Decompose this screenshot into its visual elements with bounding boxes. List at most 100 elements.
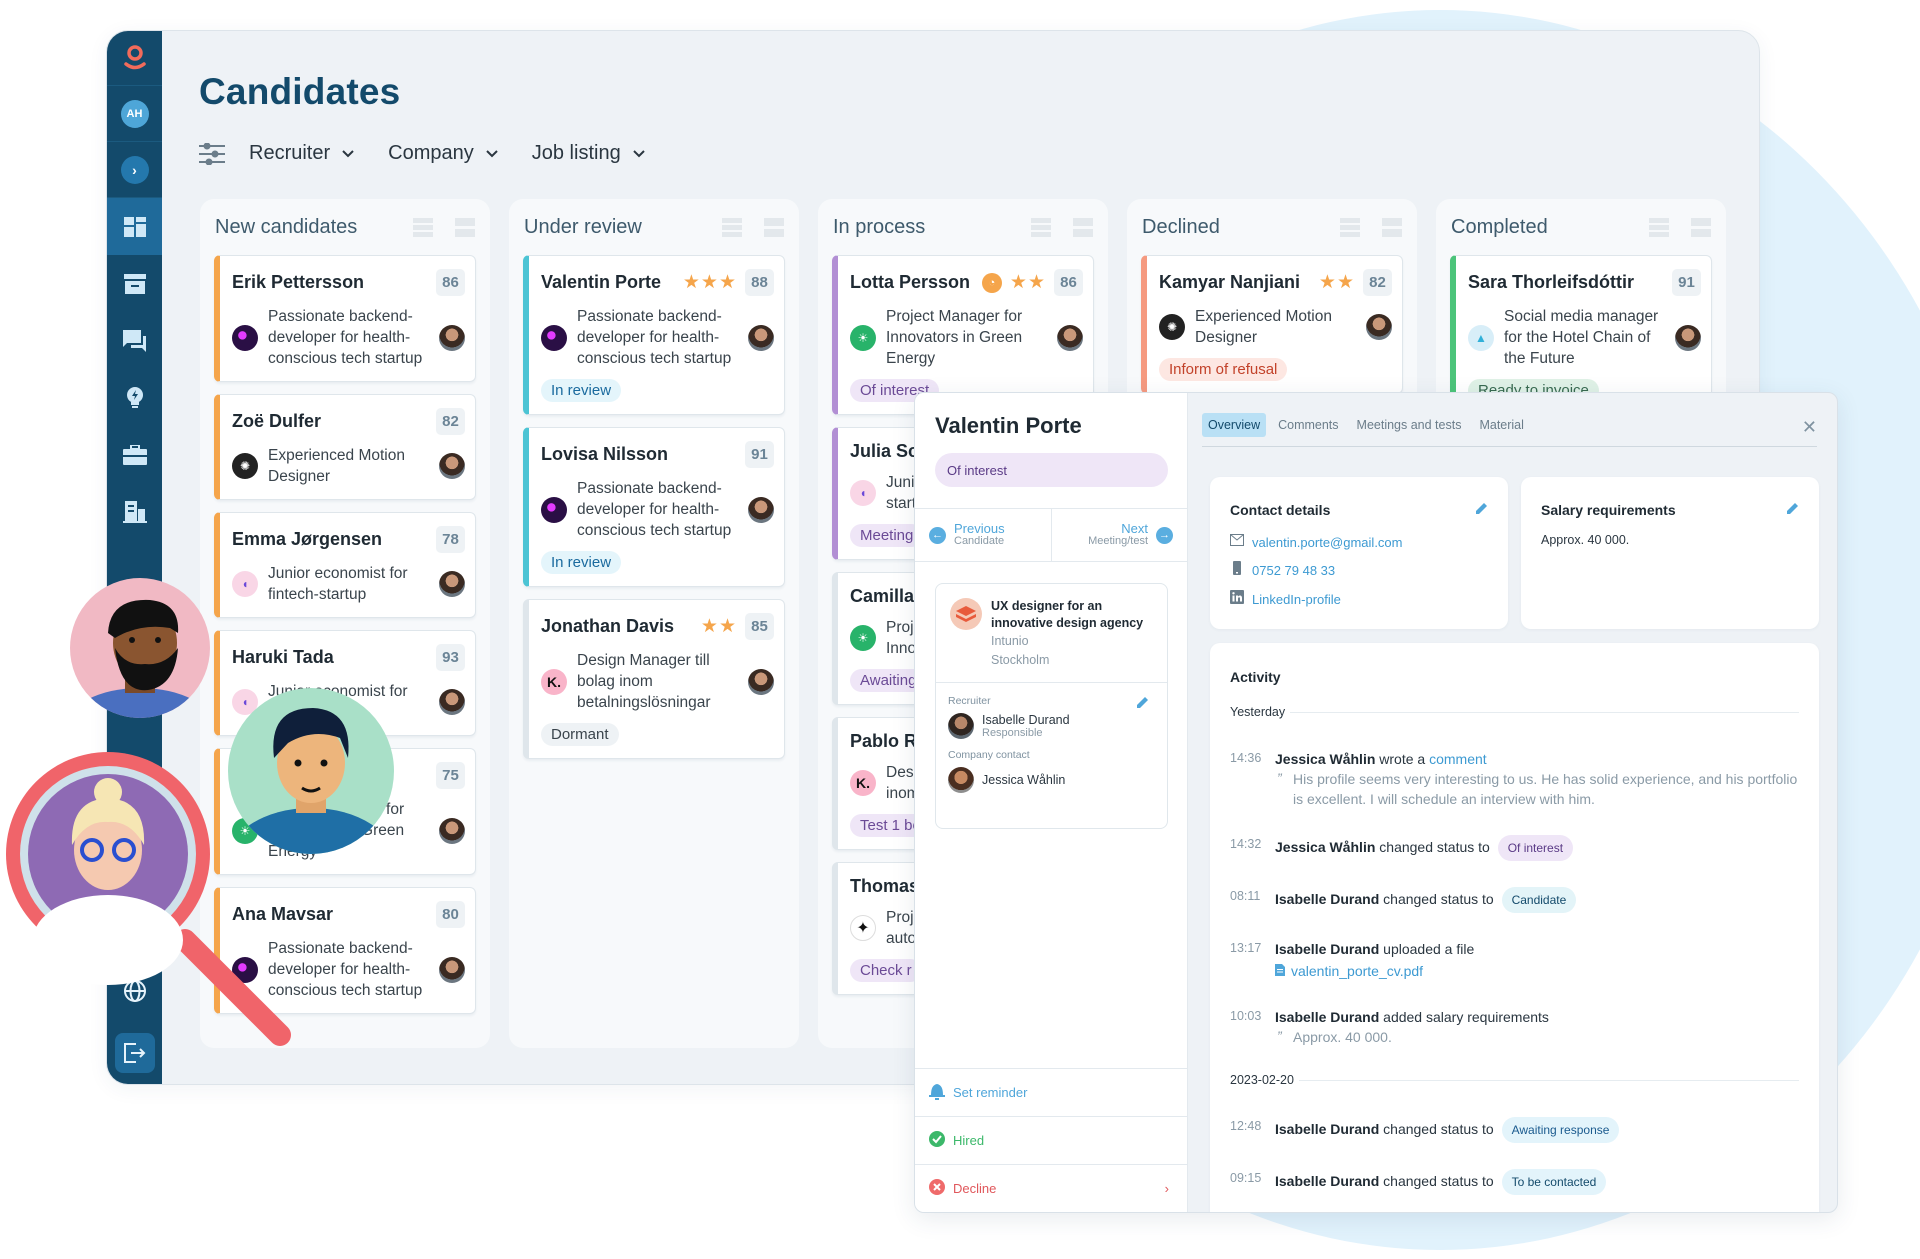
tab-comments[interactable]: Comments — [1272, 413, 1344, 437]
briefcase-icon[interactable] — [107, 426, 162, 483]
candidate-card[interactable]: Erik Pettersson 86 Passionate backend-dev… — [214, 255, 476, 382]
candidate-name: Zoë Dulfer — [232, 411, 322, 431]
activity-actor: Isabelle Durand — [1275, 891, 1380, 907]
score-badge: 78 — [436, 526, 465, 553]
filter-settings-icon[interactable] — [199, 142, 225, 165]
next-step-button[interactable]: Next Meeting/test → — [1052, 509, 1188, 561]
email-link[interactable]: valentin.porte@gmail.com — [1252, 535, 1402, 550]
decline-button[interactable]: Decline › — [915, 1164, 1187, 1212]
detail-tabs: Overview Comments Meetings and tests Mat… — [1202, 412, 1817, 447]
x-circle-icon — [929, 1179, 945, 1198]
edit-pencil-icon[interactable] — [1787, 501, 1799, 519]
card-view-toggle-icon[interactable] — [1691, 217, 1711, 237]
filter-company[interactable]: Company — [388, 142, 498, 165]
building-icon[interactable] — [107, 483, 162, 540]
candidate-card[interactable]: Lovisa Nilsson 91 Passionate backend-deve… — [523, 427, 785, 587]
activity-item: 10:03 Isabelle Durand added salary requi… — [1230, 1007, 1799, 1047]
edit-pencil-icon[interactable] — [1476, 501, 1488, 519]
user-avatar[interactable]: AH — [120, 99, 149, 128]
candidate-card[interactable]: Valentin Porte ★★★ 88 Passionate backend-d… — [523, 255, 785, 415]
status-tag: In review — [541, 379, 622, 402]
date-separator: 2023-02-20 — [1230, 1073, 1799, 1087]
date-label: 2023-02-20 — [1230, 1073, 1294, 1087]
tab-meetings-and-tests[interactable]: Meetings and tests — [1351, 413, 1468, 437]
recruiter-avatar — [1057, 324, 1083, 351]
filter-job-listing[interactable]: Job listing — [532, 142, 645, 165]
page-title: Candidates — [199, 71, 401, 112]
tab-material[interactable]: Material — [1473, 413, 1529, 437]
activity-actor: Jessica Wåhlin — [1275, 751, 1376, 767]
phone-link[interactable]: 0752 79 48 33 — [1252, 563, 1335, 578]
activity-time: 08:11 — [1230, 889, 1261, 903]
chevron-right-icon: › — [120, 155, 149, 184]
status-pill: To be contacted — [1501, 1169, 1607, 1195]
recruiter-label: Recruiter — [948, 695, 991, 707]
check-circle-icon — [929, 1131, 945, 1150]
company-logo-icon — [541, 496, 567, 523]
list-view-toggle-icon[interactable] — [1031, 217, 1051, 237]
list-view-toggle-icon[interactable] — [1340, 217, 1360, 237]
candidate-card[interactable]: Kamyar Nanjiani ★★ 82 ✺ Experienced Motion … — [1141, 255, 1403, 394]
job-description: Passionate backend-developer for health-… — [577, 480, 732, 539]
recruiter-avatar — [748, 324, 774, 351]
file-icon — [1275, 961, 1285, 981]
tab-overview[interactable]: Overview — [1202, 412, 1267, 437]
set-reminder-button[interactable]: Set reminder — [915, 1068, 1187, 1116]
card-view-toggle-icon[interactable] — [1073, 217, 1093, 237]
activity-actor: Isabelle Durand — [1275, 1173, 1380, 1189]
recruiter-avatar — [748, 668, 774, 695]
job-description: Design Manager till bolag inom betalning… — [577, 652, 711, 711]
activity-item: 13:17 Isabelle Durand uploaded a file va… — [1230, 939, 1799, 981]
score-badge: 93 — [436, 644, 465, 671]
list-view-toggle-icon[interactable] — [1649, 217, 1669, 237]
linkedin-link[interactable]: LinkedIn-profile — [1252, 592, 1341, 607]
company-logo-icon: ✦ — [850, 915, 876, 941]
column-title: In process — [833, 215, 926, 238]
job-location: Stockholm — [991, 653, 1050, 667]
chevron-down-icon — [632, 149, 645, 158]
list-view-toggle-icon[interactable] — [722, 217, 742, 237]
expand-sidebar-button[interactable]: › — [107, 142, 162, 198]
list-view-toggle-icon[interactable] — [413, 217, 433, 237]
company-logo-icon: ▲ — [1468, 324, 1494, 351]
card-view-toggle-icon[interactable] — [764, 217, 784, 237]
filter-recruiter[interactable]: Recruiter — [249, 142, 354, 165]
candidate-name: Jonathan Davis — [541, 616, 675, 636]
activity-quote: Approx. 40 000. — [1275, 1026, 1799, 1047]
comment-link[interactable]: comment — [1429, 751, 1487, 767]
chevron-down-icon — [486, 149, 498, 158]
lightbulb-icon[interactable] — [107, 369, 162, 426]
candidate-card[interactable]: Jonathan Davis ★★ 85 K. Design Manager till… — [523, 599, 785, 759]
candidate-card[interactable]: Sara Thorleifsdóttir 91 ▲ Social media man… — [1450, 255, 1712, 415]
arrow-left-icon: ← — [929, 526, 946, 544]
star-rating: ★★★ — [682, 272, 737, 293]
job-title: UX designer for an innovative design age… — [991, 599, 1144, 630]
previous-candidate-button[interactable]: ← Previous Candidate — [915, 509, 1052, 561]
candidate-card[interactable]: Zoë Dulfer 82 ✺ Experienced Motion Designe… — [214, 394, 476, 500]
job-description: Passionate backend-developer for health-… — [577, 308, 732, 367]
activity-item: 14:36 Jessica Wåhlin wrote a comment His… — [1230, 749, 1799, 809]
activity-actor: Jessica Wåhlin — [1275, 839, 1376, 855]
logo-icon — [123, 45, 146, 70]
user-menu[interactable]: AH — [107, 86, 162, 142]
bell-icon — [929, 1082, 945, 1103]
status-dropdown[interactable]: Of interest — [935, 453, 1168, 487]
archive-icon[interactable] — [107, 255, 162, 312]
edit-pencil-icon[interactable] — [1137, 695, 1149, 713]
set-reminder-label: Set reminder — [953, 1085, 1028, 1100]
candidate-card[interactable]: Lotta Persson ◔ ★★ 86 ☀ Project Manager for … — [832, 255, 1094, 415]
hired-button[interactable]: Hired — [915, 1116, 1187, 1164]
card-view-toggle-icon[interactable] — [455, 217, 475, 237]
recruiter-avatar — [439, 817, 465, 844]
company-logo-icon: ☀ — [850, 324, 876, 351]
job-card[interactable]: UX designer for an innovative design age… — [935, 583, 1168, 829]
file-link[interactable]: valentin_porte_cv.pdf — [1275, 961, 1799, 981]
chat-icon[interactable] — [107, 312, 162, 369]
card-view-toggle-icon[interactable] — [1382, 217, 1402, 237]
recruiter-avatar — [439, 571, 465, 597]
app-logo[interactable] — [107, 31, 162, 86]
dashboard-icon[interactable] — [107, 198, 162, 255]
salary-value: Approx. 40 000. — [1541, 533, 1630, 547]
candidate-card[interactable]: Emma Jørgensen 78 ◖ Junior economist for f… — [214, 512, 476, 618]
close-icon[interactable]: ✕ — [1802, 417, 1817, 438]
